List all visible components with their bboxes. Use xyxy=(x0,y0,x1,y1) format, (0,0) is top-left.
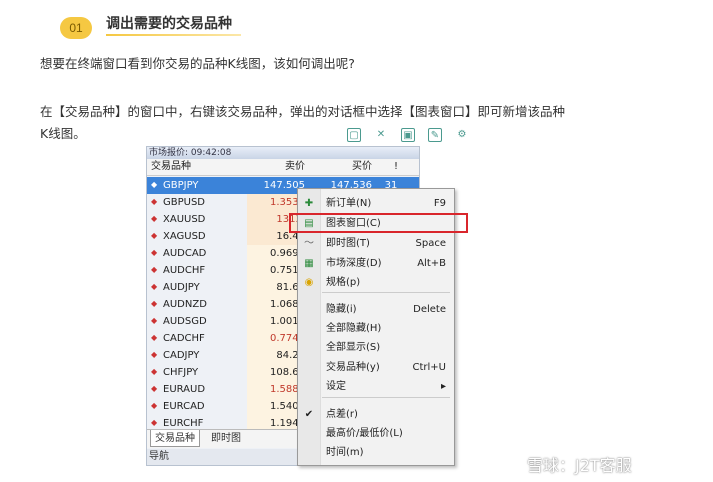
col-spread[interactable]: ! xyxy=(394,159,398,175)
step-title: 调出需要的交易品种 xyxy=(106,16,232,32)
row-symbol: AUDJPY xyxy=(163,282,200,293)
symbol-diamond-icon: ◆ xyxy=(151,248,158,257)
col-symbol[interactable]: 交易品种 xyxy=(151,159,191,175)
row-symbol: XAUUSD xyxy=(163,214,206,225)
check-icon: ✔ xyxy=(304,409,314,420)
symbol-diamond-icon: ◆ xyxy=(151,180,158,189)
menu-item-label: 交易品种(y) xyxy=(326,362,380,373)
row-symbol: GBPJPY xyxy=(163,180,199,191)
market-depth-icon: ▦ xyxy=(304,258,314,269)
menu-item[interactable]: 交易品种(y) Ctrl+U xyxy=(298,359,454,377)
menu-item[interactable]: ▦ 市场深度(D) Alt+B xyxy=(298,255,454,273)
symbol-diamond-icon: ◆ xyxy=(151,214,158,223)
menu-item-label: 时间(m) xyxy=(326,447,364,458)
window-title: 市场报价: 09:42:08 xyxy=(147,147,419,159)
menu-item[interactable]: 全部显示(S) xyxy=(298,339,454,357)
menu-item[interactable]: 最高价/最低价(L) xyxy=(298,425,454,443)
menu-item-label: 设定 xyxy=(326,381,346,392)
row-symbol: EURCAD xyxy=(163,401,205,412)
menu-item[interactable]: 隐藏(i) Delete xyxy=(298,301,454,319)
menu-item-label: 点差(r) xyxy=(326,409,358,420)
symbol-diamond-icon: ◆ xyxy=(151,282,158,291)
instruction-paragraph-cont: K线图。 xyxy=(40,126,86,141)
title-underline xyxy=(106,34,241,36)
new-order-icon: ✚ xyxy=(304,198,314,209)
window-icon[interactable]: ▢ xyxy=(347,128,361,142)
row-symbol: CADJPY xyxy=(163,350,200,361)
menu-item[interactable]: ◉ 规格(p) xyxy=(298,274,454,292)
symbol-diamond-icon: ◆ xyxy=(151,367,158,376)
menu-item-shortcut: Delete xyxy=(413,304,446,315)
row-symbol: EURAUD xyxy=(163,384,206,395)
expand-icon[interactable]: ✕ xyxy=(374,128,388,142)
row-symbol: XAGUSD xyxy=(163,231,206,242)
menu-item-label: 规格(p) xyxy=(326,277,361,288)
menu-item[interactable]: ✔ 点差(r) xyxy=(298,406,454,424)
intro-paragraph: 想要在终端窗口看到你交易的品种K线图，该如何调出呢? xyxy=(40,56,355,71)
instruction-paragraph: 在【交易品种】的窗口中，右键该交易品种，弹出的对话框中选择【图表窗口】即可新增该… xyxy=(40,104,566,119)
row-symbol: AUDCHF xyxy=(163,265,206,276)
menu-separator xyxy=(322,292,450,293)
symbol-diamond-icon: ◆ xyxy=(151,316,158,325)
menu-item-shortcut: F9 xyxy=(433,198,446,209)
menu-item[interactable]: ✚ 新订单(N) F9 xyxy=(298,195,454,213)
menu-item-shortcut: Alt+B xyxy=(417,258,446,269)
save-icon[interactable]: ▣ xyxy=(401,128,415,142)
specification-icon: ◉ xyxy=(304,277,314,288)
menu-item-shortcut: ▸ xyxy=(440,381,446,392)
symbol-diamond-icon: ◆ xyxy=(151,197,158,206)
symbol-diamond-icon: ◆ xyxy=(151,350,158,359)
row-symbol: AUDCAD xyxy=(163,248,207,259)
menu-item-label: 全部隐藏(H) xyxy=(326,323,382,334)
symbol-diamond-icon: ◆ xyxy=(151,265,158,274)
menu-item-label: 即时图(T) xyxy=(326,238,370,249)
symbol-diamond-icon: ◆ xyxy=(151,418,158,427)
symbol-diamond-icon: ◆ xyxy=(151,231,158,240)
row-symbol: CHFJPY xyxy=(163,367,199,378)
menu-item-label: 新订单(N) xyxy=(326,198,372,209)
col-ask[interactable]: 买价 xyxy=(352,159,372,175)
symbol-diamond-icon: ◆ xyxy=(151,333,158,342)
watermark: 雪球：J2T客服 xyxy=(527,456,632,475)
row-symbol: AUDSGD xyxy=(163,316,207,327)
menu-item-shortcut: Ctrl+U xyxy=(412,362,447,373)
symbol-diamond-icon: ◆ xyxy=(151,384,158,393)
row-symbol: AUDNZD xyxy=(163,299,207,310)
menu-item-label: 隐藏(i) xyxy=(326,304,357,315)
menu-item-label: 最高价/最低价(L) xyxy=(326,428,403,439)
menu-item[interactable]: 设定 ▸ xyxy=(298,378,454,396)
menu-item-shortcut: Space xyxy=(415,238,446,249)
step-badge: 01 xyxy=(60,17,92,39)
symbol-diamond-icon: ◆ xyxy=(151,401,158,410)
menu-item[interactable]: 全部隐藏(H) xyxy=(298,320,454,338)
menu-item-label: 全部显示(S) xyxy=(326,342,381,353)
edit-icon[interactable]: ✎ xyxy=(428,128,442,142)
row-symbol: GBPUSD xyxy=(163,197,206,208)
row-symbol: CADCHF xyxy=(163,333,205,344)
gear-icon[interactable]: ⚙ xyxy=(455,128,469,142)
tab-tick-chart[interactable]: 即时图 xyxy=(207,430,245,446)
tab-symbols[interactable]: 交易品种 xyxy=(150,430,200,447)
menu-item[interactable]: 〜 即时图(T) Space xyxy=(298,235,454,253)
symbol-diamond-icon: ◆ xyxy=(151,299,158,308)
column-header: 交易品种 卖价 买价 ! xyxy=(147,159,419,176)
col-bid[interactable]: 卖价 xyxy=(285,159,305,175)
menu-item[interactable]: 时间(m) xyxy=(298,444,454,462)
menu-separator xyxy=(322,397,450,398)
highlight-box xyxy=(289,213,468,233)
menu-item-label: 市场深度(D) xyxy=(326,258,382,269)
tick-chart-icon: 〜 xyxy=(304,238,314,249)
